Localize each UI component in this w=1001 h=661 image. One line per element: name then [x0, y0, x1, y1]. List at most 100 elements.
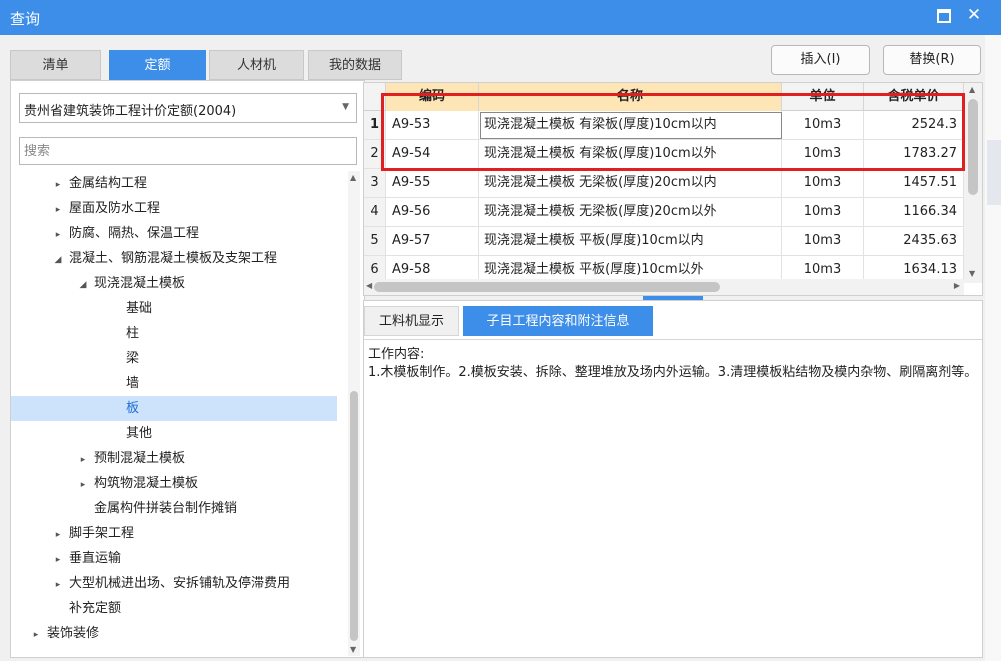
caret-right-icon[interactable]: ▸	[51, 223, 65, 248]
caret-right-icon[interactable]: ▸	[76, 448, 90, 473]
table-row[interactable]: 4 A9-56 现浇混凝土模板 无梁板(厚度)20cm以外 10m3 1166.34	[364, 198, 964, 227]
unit-cell: 10m3	[782, 169, 864, 197]
tree-item[interactable]: ▸ 预制混凝土模板	[11, 446, 337, 471]
caret-right-icon[interactable]: ▸	[51, 198, 65, 223]
background-window-strip	[987, 140, 1001, 205]
price-cell: 1783.27	[864, 140, 964, 168]
work-content-body: 1.木模板制作。2.模板安装、拆除、整理堆放及场内外运输。3.清理模板粘结物及模…	[368, 365, 978, 380]
scrollbar-thumb[interactable]	[350, 391, 358, 641]
tab-my-data[interactable]: 我的数据	[308, 50, 402, 80]
tree-item[interactable]: ▸ 构筑物混凝土模板	[11, 471, 337, 496]
tree-item[interactable]: ▸ 金属结构工程	[11, 171, 337, 196]
detail-panel: 工料机显示 子目工程内容和附注信息 工作内容: 1.木模板制作。2.模板安装、拆…	[363, 300, 983, 658]
caret-right-icon[interactable]: ▸	[51, 523, 65, 548]
caret-right-icon[interactable]: ▸	[29, 623, 43, 648]
tab-list[interactable]: 清单	[10, 50, 101, 80]
row-number: 5	[364, 227, 386, 255]
tree-item-label: 柱	[126, 326, 140, 341]
grid-header: 编码 名称 单位 含税单价	[364, 83, 964, 111]
tree-item[interactable]: 其他	[11, 421, 337, 446]
tree-item-label: 其他	[126, 426, 153, 441]
category-tree: ▸ 金属结构工程 ▸ 屋面及防水工程 ▸ 防腐、隔热、保温工程 ◢ 混凝土、钢筋混凝土模板及支…	[11, 171, 347, 659]
name-cell: 现浇混凝土模板 无梁板(厚度)20cm以外	[479, 198, 782, 226]
library-select[interactable]: 贵州省建筑装饰工程计价定额(2004) ▼	[19, 93, 357, 123]
caret-right-icon[interactable]: ▸	[76, 473, 90, 498]
tree-item[interactable]: 金属构件拼装台制作摊销	[11, 496, 337, 521]
table-row[interactable]: 1 A9-53 现浇混凝土模板 有梁板(厚度)10cm以内 10m3 2524.3	[364, 111, 964, 140]
caret-down-icon[interactable]: ◢	[51, 248, 65, 273]
tab-labor-material-display[interactable]: 工料机显示	[364, 306, 459, 336]
tree-item-label: 梁	[126, 351, 140, 366]
tree-item[interactable]: ▸ 防腐、隔热、保温工程	[11, 221, 337, 246]
table-row[interactable]: 2 A9-54 现浇混凝土模板 有梁板(厚度)10cm以外 10m3 1783.27	[364, 140, 964, 169]
tree-item[interactable]: ◢ 混凝土、钢筋混凝土模板及支架工程	[11, 246, 337, 271]
caret-right-icon[interactable]: ▸	[51, 573, 65, 598]
library-select-value: 贵州省建筑装饰工程计价定额(2004)	[24, 104, 237, 119]
tree-item-label: 金属构件拼装台制作摊销	[94, 501, 238, 516]
header-unit[interactable]: 单位	[782, 83, 864, 111]
caret-right-icon[interactable]: ▸	[51, 173, 65, 198]
quota-grid: 编码 名称 单位 含税单价 1 A9-53 现浇混凝土模板 有梁板(厚度)10cm以…	[363, 82, 983, 296]
scrollbar-thumb[interactable]	[374, 282, 720, 292]
scroll-down-icon[interactable]: ▼	[350, 645, 356, 654]
tree-item[interactable]: 柱	[11, 321, 337, 346]
tree-item[interactable]: ◢ 现浇混凝土模板	[11, 271, 337, 296]
name-cell: 现浇混凝土模板 平板(厚度)10cm以内	[479, 227, 782, 255]
caret-right-icon[interactable]: ▸	[51, 548, 65, 573]
header-code[interactable]: 编码	[386, 83, 479, 111]
header-price[interactable]: 含税单价	[864, 83, 964, 111]
price-cell: 1457.51	[864, 169, 964, 197]
price-cell: 2435.63	[864, 227, 964, 255]
background-window-edge	[985, 35, 1001, 661]
tree-item[interactable]: 补充定额	[11, 596, 337, 621]
active-cell-editor[interactable]	[480, 112, 782, 139]
row-number: 2	[364, 140, 386, 168]
row-number: 1	[364, 111, 386, 139]
title-bar: 查询 ✕	[0, 0, 1001, 35]
tree-item[interactable]: ▸ 屋面及防水工程	[11, 196, 337, 221]
grid-vertical-scrollbar[interactable]: ▲ ▼	[964, 83, 982, 283]
window-title: 查询	[10, 10, 41, 28]
header-name[interactable]: 名称	[479, 83, 782, 111]
unit-cell: 10m3	[782, 227, 864, 255]
tab-quota[interactable]: 定额	[109, 50, 206, 80]
header-row-number	[364, 83, 386, 111]
scroll-up-icon[interactable]: ▲	[969, 85, 975, 94]
replace-button[interactable]: 替换(R)	[883, 45, 981, 75]
scroll-right-icon[interactable]: ▶	[954, 281, 960, 290]
insert-button[interactable]: 插入(I)	[771, 45, 870, 75]
tree-item[interactable]: 基础	[11, 296, 337, 321]
maximize-icon[interactable]	[937, 9, 951, 23]
tree-scrollbar[interactable]: ▲ ▼	[348, 171, 360, 656]
tree-item[interactable]: 板	[11, 396, 337, 421]
tree-item[interactable]: 墙	[11, 371, 337, 396]
tree-item-label: 基础	[126, 301, 153, 316]
work-content-title: 工作内容:	[368, 347, 425, 362]
tree-item[interactable]: 梁	[11, 346, 337, 371]
scroll-down-icon[interactable]: ▼	[969, 269, 975, 278]
tree-item[interactable]: ▸ 脚手架工程	[11, 521, 337, 546]
tree-item[interactable]: ▸ 大型机械进出场、安拆铺轨及停滞费用	[11, 571, 337, 596]
table-row[interactable]: 3 A9-55 现浇混凝土模板 无梁板(厚度)20cm以内 10m3 1457.51	[364, 169, 964, 198]
caret-down-icon[interactable]: ◢	[76, 273, 90, 298]
tree-item-label: 混凝土、钢筋混凝土模板及支架工程	[69, 251, 278, 266]
tab-work-content-notes[interactable]: 子目工程内容和附注信息	[463, 306, 653, 336]
scroll-left-icon[interactable]: ◀	[366, 281, 372, 290]
close-icon[interactable]: ✕	[964, 5, 984, 25]
scrollbar-thumb[interactable]	[968, 99, 978, 195]
tree-item[interactable]: ▸ 垂直运输	[11, 546, 337, 571]
scroll-up-icon[interactable]: ▲	[350, 173, 356, 182]
search-input[interactable]	[19, 137, 357, 165]
price-cell: 2524.3	[864, 111, 964, 139]
row-number: 4	[364, 198, 386, 226]
tree-item-label: 板	[126, 401, 140, 416]
tree-item-label: 大型机械进出场、安拆铺轨及停滞费用	[69, 576, 291, 591]
tree-item-label: 构筑物混凝土模板	[94, 476, 199, 491]
tab-labor-material-machine[interactable]: 人材机	[209, 50, 304, 80]
name-cell: 现浇混凝土模板 有梁板(厚度)10cm以外	[479, 140, 782, 168]
grid-horizontal-scrollbar[interactable]: ◀ ▶	[364, 279, 964, 295]
tree-item-label: 脚手架工程	[69, 526, 135, 541]
tree-item-label: 装饰装修	[47, 626, 100, 641]
tree-item[interactable]: ▸ 装饰装修	[11, 621, 337, 646]
table-row[interactable]: 5 A9-57 现浇混凝土模板 平板(厚度)10cm以内 10m3 2435.63	[364, 227, 964, 256]
